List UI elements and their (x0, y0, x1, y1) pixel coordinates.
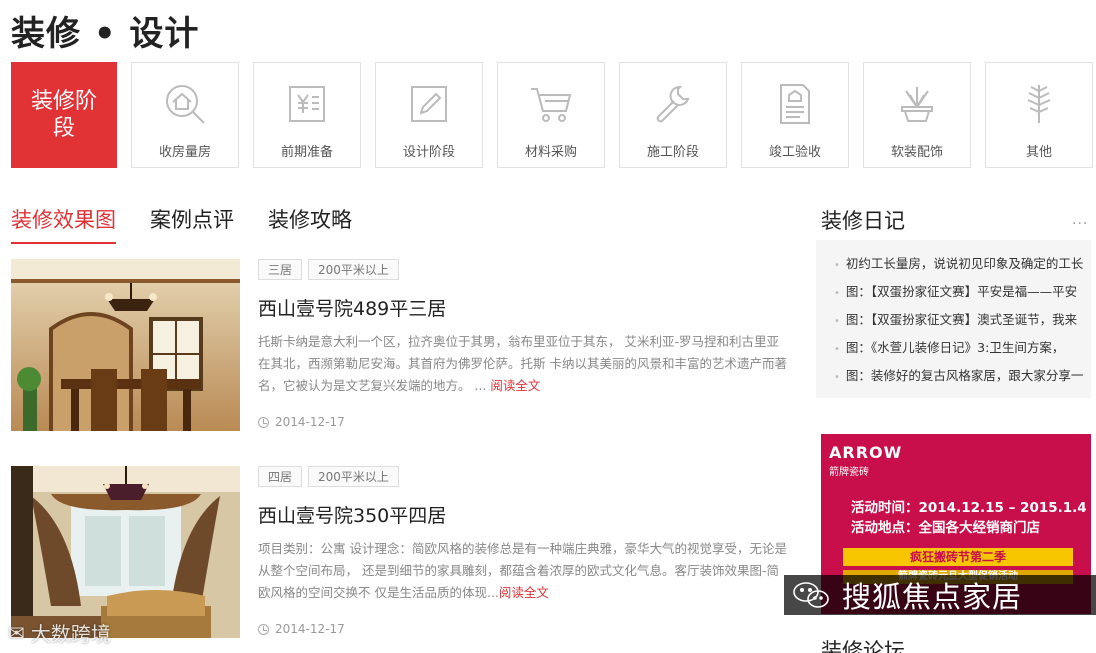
stage-item-construction[interactable]: 施工阶段 (619, 62, 727, 168)
article-date: 2014-12-17 (258, 415, 788, 429)
article-title[interactable]: 西山壹号院489平三居 (258, 294, 788, 321)
date-text: 2014-12-17 (275, 622, 345, 636)
date-text: 2014-12-17 (275, 415, 345, 429)
article-body: 三居 200平米以上 西山壹号院489平三居 托斯卡纳是意大利一个区，拉齐奥位于… (258, 259, 788, 429)
list-item[interactable]: 图：【双蛋扮家征文赛】澳式圣诞节，我来 (828, 310, 1091, 332)
article-title[interactable]: 西山壹号院350平四居 (258, 501, 788, 528)
article-description: 托斯卡纳是意大利一个区，拉齐奥位于其男，翁布里亚位于其东， 艾米利亚-罗马捏和利… (258, 331, 788, 397)
list-item[interactable]: 图：《水萱儿装修日记》3:卫生间方案， (828, 338, 1091, 360)
article-description: 项目类别：公寓 设计理念：简欧风格的装修总是有一种端庄典雅，豪华大气的视觉享受，… (258, 538, 788, 604)
stage-main-label[interactable]: 装修阶段 (11, 62, 117, 168)
forum-section-title: 装修论坛 (821, 640, 905, 653)
article-thumbnail[interactable] (11, 259, 240, 431)
page-title: 装修 • 设计 (11, 14, 200, 54)
stage-item-design[interactable]: 设计阶段 (375, 62, 483, 168)
tab-guides[interactable]: 装修攻略 (268, 204, 352, 244)
house-search-icon (166, 85, 205, 124)
article-item: 三居 200平米以上 西山壹号院489平三居 托斯卡纳是意大利一个区，拉齐奥位于… (11, 259, 791, 431)
tag[interactable]: 200平米以上 (308, 466, 399, 487)
clock-icon (258, 623, 269, 635)
stage-label: 施工阶段 (646, 145, 699, 160)
stage-item-other[interactable]: 其他 (985, 62, 1093, 168)
tag[interactable]: 200平米以上 (308, 259, 399, 280)
diary-list: 初约工长量房，说说初见印象及确定的工长 图：【双蛋扮家征文赛】平安是福——平安 … (816, 240, 1091, 398)
article-body: 四居 200平米以上 西山壹号院350平四居 项目类别：公寓 设计理念：简欧风格… (258, 466, 788, 636)
ad-brand: ARROW (829, 443, 903, 462)
article-date: 2014-12-17 (258, 622, 788, 636)
content-tabs: 装修效果图 案例点评 装修攻略 (11, 204, 352, 244)
diary-more-link[interactable]: ... (1072, 212, 1088, 228)
stage-label: 设计阶段 (402, 145, 455, 160)
read-more-link[interactable]: 阅读全文 (499, 585, 549, 600)
stage-bar: 装修阶段 收房量房 前期准备 设计阶段 材料采购 施工阶段 竣工验收 软装配饰 … (11, 62, 1093, 168)
watermark-left: ✉ 大数跨境 (8, 618, 111, 647)
ad-location: 活动地点：全国各大经销商门店 (851, 520, 1040, 536)
tab-case-review[interactable]: 案例点评 (150, 204, 234, 244)
stage-label: 竣工验收 (768, 145, 821, 160)
diary-section-title: 装修日记 (821, 209, 905, 233)
wrench-icon (656, 85, 690, 123)
leaf-icon (1027, 85, 1051, 123)
article-tags: 四居 200平米以上 (258, 466, 788, 487)
article-tags: 三居 200平米以上 (258, 259, 788, 280)
list-item[interactable]: 图：装修好的复古风格家居，跟大家分享一 (828, 366, 1091, 388)
article-item: 四居 200平米以上 西山壹号院350平四居 项目类别：公寓 设计理念：简欧风格… (11, 466, 791, 638)
stage-label: 软装配饰 (890, 145, 943, 160)
checklist-icon (780, 84, 810, 124)
stage-label: 收房量房 (158, 145, 211, 160)
stage-item-house-measure[interactable]: 收房量房 (131, 62, 239, 168)
ad-banner: 疯狂搬砖节第二季 (843, 548, 1073, 566)
stage-label: 前期准备 (280, 145, 333, 160)
chat-bubble-icon: ✉ (8, 620, 25, 645)
tag[interactable]: 三居 (258, 259, 303, 280)
stage-item-acceptance[interactable]: 竣工验收 (741, 62, 849, 168)
stage-item-soft-decor[interactable]: 软装配饰 (863, 62, 971, 168)
yen-document-icon (289, 86, 325, 122)
ad-brand-sub: 箭牌瓷砖 (829, 467, 869, 478)
clock-icon (258, 416, 269, 428)
stage-label: 材料采购 (524, 145, 577, 160)
pencil-icon (411, 86, 447, 122)
ad-time: 活动时间：2014.12.15 – 2015.1.4 (851, 500, 1087, 516)
stage-label: 其他 (1025, 145, 1052, 160)
article-thumbnail[interactable] (11, 466, 240, 638)
watermark-sohu: 搜狐焦点家居 (784, 575, 1096, 615)
list-item[interactable]: 初约工长量房，说说初见印象及确定的工长 (828, 254, 1091, 276)
stage-item-materials[interactable]: 材料采购 (497, 62, 605, 168)
watermark-left-text: 大数跨境 (30, 622, 111, 646)
shopping-cart-icon (531, 88, 572, 122)
tag[interactable]: 四居 (258, 466, 303, 487)
list-item[interactable]: 图：【双蛋扮家征文赛】平安是福——平安 (828, 282, 1091, 304)
wechat-icon (793, 582, 829, 608)
tab-renderings[interactable]: 装修效果图 (11, 204, 116, 244)
read-more-link[interactable]: 阅读全文 (490, 378, 540, 393)
watermark-text: 搜狐焦点家居 (842, 580, 1023, 614)
stage-item-preparation[interactable]: 前期准备 (253, 62, 361, 168)
plant-pot-icon (901, 87, 933, 122)
